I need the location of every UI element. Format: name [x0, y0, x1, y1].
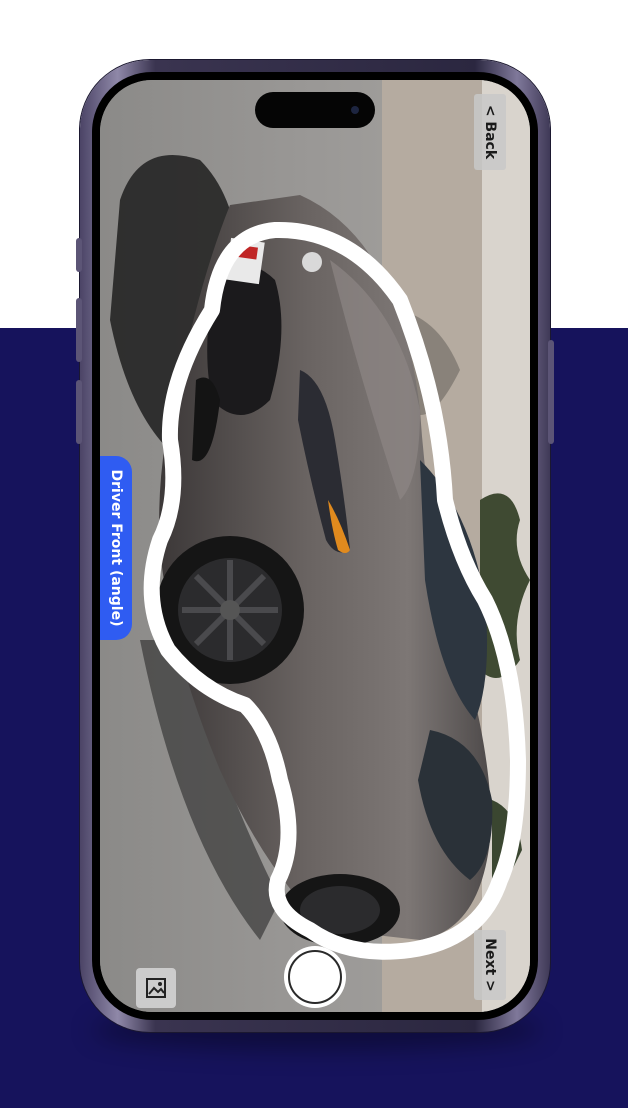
- shutter-icon: [288, 950, 342, 1004]
- next-button-label: Next >: [482, 938, 498, 992]
- angle-badge: Driver Front (angle): [100, 456, 132, 640]
- mute-switch: [76, 238, 82, 272]
- front-hub: [220, 600, 240, 620]
- back-button-label: < Back: [482, 104, 498, 160]
- gallery-button[interactable]: [136, 968, 176, 1008]
- dynamic-island: [255, 92, 375, 128]
- volume-down-button: [76, 380, 82, 444]
- image-gallery-icon: [146, 978, 166, 998]
- angle-badge-label: Driver Front (angle): [108, 469, 124, 627]
- fog-light: [302, 252, 322, 272]
- volume-up-button: [76, 298, 82, 362]
- camera-screen: < Back Driver Front (angle) Next >: [100, 80, 530, 1012]
- camera-viewfinder: [100, 80, 530, 1012]
- next-button[interactable]: Next >: [474, 930, 506, 1000]
- back-button[interactable]: < Back: [474, 94, 506, 170]
- power-button: [548, 340, 554, 444]
- shutter-button[interactable]: [284, 946, 346, 1008]
- front-camera-lens: [351, 106, 359, 114]
